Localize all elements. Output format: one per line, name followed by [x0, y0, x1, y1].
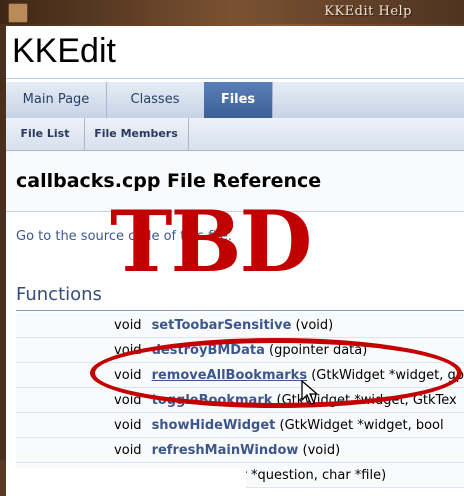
project-name: KKEdit: [6, 26, 464, 79]
section-divider: [16, 310, 464, 311]
function-args: (GtkWidget *widget, bool: [275, 417, 444, 433]
table-row: void refreshMainWindow (void): [16, 437, 464, 463]
pointer-cursor-icon: [301, 380, 319, 405]
table-row: void showHideWidget (GtkWidget *widget, …: [16, 412, 464, 438]
function-args: (void): [291, 317, 334, 333]
return-type: void: [16, 437, 152, 463]
window-titlebar[interactable]: KKEdit Help: [0, 0, 464, 24]
tab-file-list[interactable]: File List: [6, 118, 85, 150]
app-window-icon[interactable]: [8, 3, 28, 23]
occlusion-patch: [6, 468, 246, 496]
window-title: KKEdit Help: [324, 4, 412, 19]
tab-files[interactable]: Files: [204, 82, 273, 118]
function-args: (void): [298, 442, 341, 458]
return-type: void: [16, 313, 152, 338]
tbd-stamp: TBD: [110, 192, 312, 291]
highlight-ellipse: [90, 338, 462, 408]
file-subtabs: File List File Members: [6, 118, 464, 151]
functions-heading: Functions: [16, 284, 102, 305]
tab-file-members[interactable]: File Members: [84, 118, 189, 150]
function-link[interactable]: showHideWidget: [152, 418, 276, 433]
function-link[interactable]: refreshMainWindow: [152, 443, 299, 458]
tab-classes[interactable]: Classes: [106, 82, 205, 118]
return-type: void: [16, 412, 152, 438]
main-tabs: Main Page Classes Files: [6, 82, 464, 119]
tab-main-page[interactable]: Main Page: [6, 82, 107, 118]
table-row: void setToobarSensitive (void): [16, 313, 464, 338]
function-link[interactable]: setToobarSensitive: [152, 318, 292, 333]
